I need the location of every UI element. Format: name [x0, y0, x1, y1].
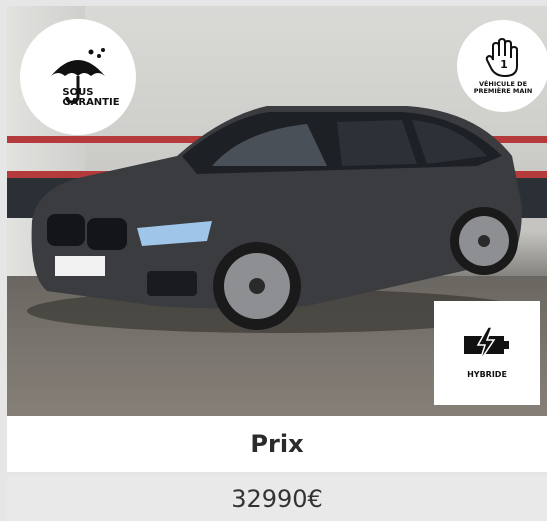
battery-bolt-icon	[464, 326, 509, 361]
warranty-badge: SOUS GARANTIE	[20, 19, 136, 135]
price-label: Prix	[250, 430, 304, 458]
vehicle-card[interactable]: SOUS GARANTIE 1 VÉHICULE DE PREMIÈRE MAI…	[0, 0, 547, 521]
warranty-line2: GARANTIE	[62, 97, 120, 108]
hand-number: 1	[500, 58, 508, 71]
price-row: 32990€	[7, 476, 547, 521]
hand-one-icon: 1	[485, 37, 518, 77]
hybrid-badge: HYBRIDE	[434, 301, 540, 405]
hybrid-label: HYBRIDE	[467, 369, 507, 379]
first-owner-line2: PREMIÈRE MAIN	[473, 86, 533, 95]
first-owner-badge: 1 VÉHICULE DE PREMIÈRE MAIN	[457, 20, 547, 112]
price-value: 32990€	[231, 484, 323, 513]
price-label-row: Prix	[7, 416, 547, 472]
